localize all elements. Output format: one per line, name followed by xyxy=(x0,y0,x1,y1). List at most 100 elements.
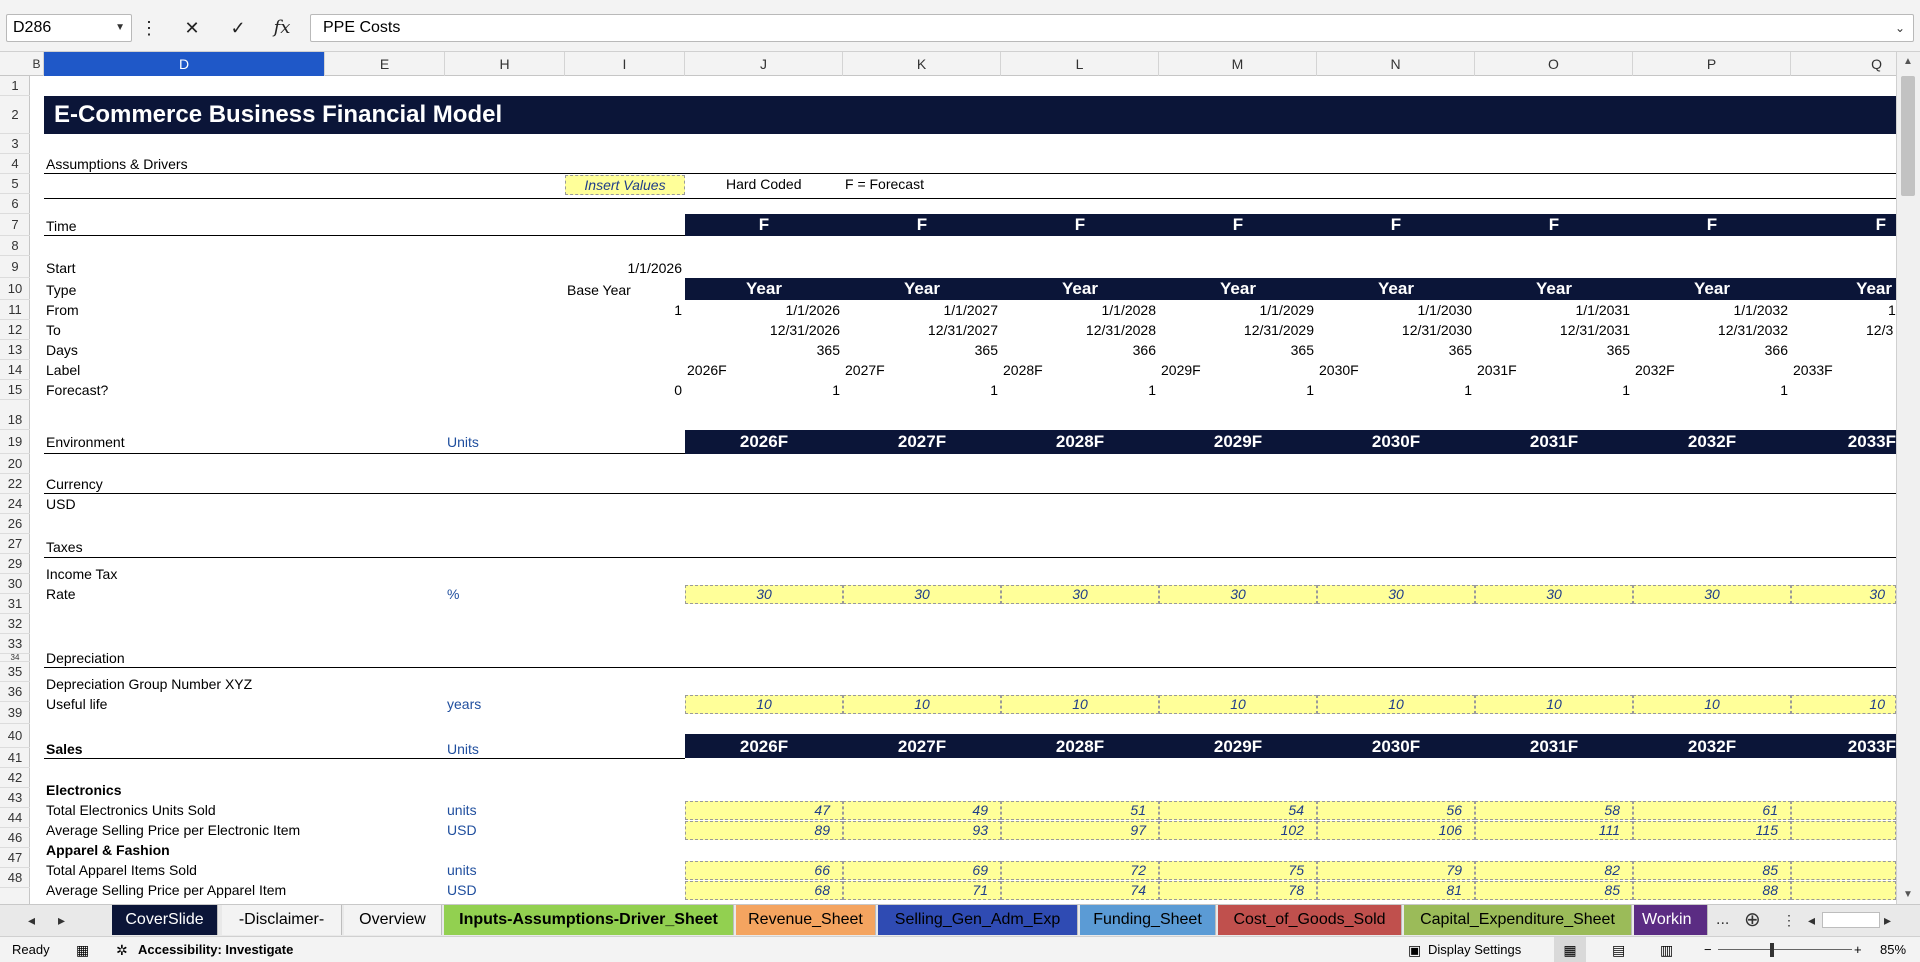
accessibility-icon[interactable]: ✲ xyxy=(116,937,128,962)
tab-scroll-right-icon[interactable]: ▸ xyxy=(58,905,65,935)
page-layout-icon[interactable]: ▤ xyxy=(1612,937,1625,962)
row-header[interactable]: 29 xyxy=(0,554,30,574)
column-header-l[interactable]: L xyxy=(1001,52,1159,76)
column-header-h[interactable]: H xyxy=(445,52,565,76)
app-price-input[interactable] xyxy=(1791,881,1896,900)
elec-units-input[interactable] xyxy=(1791,801,1896,820)
elec-units-input[interactable]: 61 xyxy=(1633,801,1791,820)
app-price-input[interactable]: 81 xyxy=(1317,881,1475,900)
row-header[interactable]: 32 xyxy=(0,614,30,634)
row-header[interactable]: 12 xyxy=(0,320,30,340)
elec-price-input[interactable]: 89 xyxy=(685,821,843,840)
name-box[interactable]: D286 ▼ xyxy=(6,14,132,42)
tab-capex[interactable]: Capital_Expenditure_Sheet xyxy=(1404,905,1632,935)
row-header[interactable]: 36 xyxy=(0,682,30,702)
accessibility-status[interactable]: Accessibility: Investigate xyxy=(138,937,293,962)
page-break-icon[interactable]: ▥ xyxy=(1660,937,1673,962)
column-header-b[interactable]: B xyxy=(30,52,44,76)
sheet-options-icon[interactable]: ⋮ xyxy=(1782,905,1796,935)
column-header-m[interactable]: M xyxy=(1159,52,1317,76)
display-settings[interactable]: Display Settings xyxy=(1428,937,1521,962)
elec-units-input[interactable]: 56 xyxy=(1317,801,1475,820)
column-header-i[interactable]: I xyxy=(565,52,685,76)
zoom-out-icon[interactable]: − xyxy=(1704,937,1712,962)
row-header[interactable]: 39 xyxy=(0,702,30,724)
tax-rate-input[interactable]: 30 xyxy=(1633,585,1791,604)
row-header[interactable]: 2 xyxy=(0,96,30,134)
elec-price-input[interactable]: 102 xyxy=(1159,821,1317,840)
column-header-k[interactable]: K xyxy=(843,52,1001,76)
row-header[interactable]: 15 xyxy=(0,380,30,400)
row-header[interactable]: 48 xyxy=(0,868,30,888)
enter-icon[interactable]: ✓ xyxy=(220,14,256,42)
row-header[interactable]: 41 xyxy=(0,748,30,768)
add-sheet-icon[interactable]: ⊕ xyxy=(1744,905,1761,935)
app-units-input[interactable]: 79 xyxy=(1317,861,1475,880)
scroll-up-icon[interactable]: ▲ xyxy=(1903,56,1913,67)
row-header[interactable]: 43 xyxy=(0,788,30,808)
app-price-input[interactable]: 68 xyxy=(685,881,843,900)
elec-price-input[interactable]: 115 xyxy=(1633,821,1791,840)
row-header[interactable]: 35 xyxy=(0,662,30,682)
tax-rate-input[interactable]: 30 xyxy=(843,585,1001,604)
scrollbar-thumb[interactable] xyxy=(1901,76,1915,196)
horizontal-scrollbar[interactable] xyxy=(1822,912,1880,928)
row-header[interactable]: 19 xyxy=(0,430,30,454)
cancel-icon[interactable]: ✕ xyxy=(174,14,210,42)
column-header-e[interactable]: E xyxy=(325,52,445,76)
row-header[interactable]: 42 xyxy=(0,768,30,788)
elec-units-input[interactable]: 51 xyxy=(1001,801,1159,820)
row-header[interactable]: 34 xyxy=(0,654,30,662)
app-units-input[interactable] xyxy=(1791,861,1896,880)
elec-units-input[interactable]: 54 xyxy=(1159,801,1317,820)
scroll-down-icon[interactable]: ▼ xyxy=(1903,889,1913,900)
tab-selling-gen-adm[interactable]: Selling_Gen_Adm_Exp xyxy=(878,905,1078,935)
elec-price-input[interactable]: 97 xyxy=(1001,821,1159,840)
zoom-slider[interactable] xyxy=(1718,949,1852,950)
useful-life-input[interactable]: 10 xyxy=(843,695,1001,714)
elec-price-input[interactable]: 106 xyxy=(1317,821,1475,840)
hscroll-right-icon[interactable]: ▸ xyxy=(1884,905,1891,935)
row-header[interactable]: 3 xyxy=(0,134,30,154)
column-header-j[interactable]: J xyxy=(685,52,843,76)
chevron-down-icon[interactable]: ▼ xyxy=(115,15,125,41)
column-header-o[interactable]: O xyxy=(1475,52,1633,76)
tax-rate-input[interactable]: 30 xyxy=(685,585,843,604)
row-header[interactable]: 46 xyxy=(0,828,30,848)
row-header[interactable]: 24 xyxy=(0,494,30,514)
column-header-d[interactable]: D xyxy=(44,52,325,76)
useful-life-input[interactable]: 10 xyxy=(1001,695,1159,714)
row-header[interactable]: 26 xyxy=(0,514,30,534)
tab-working-capital[interactable]: Workin xyxy=(1634,905,1708,935)
app-units-input[interactable]: 72 xyxy=(1001,861,1159,880)
elec-price-input[interactable]: 93 xyxy=(843,821,1001,840)
tab-revenue[interactable]: Revenue_Sheet xyxy=(736,905,876,935)
more-tabs[interactable]: ... xyxy=(1716,905,1729,935)
display-settings-icon[interactable]: ▣ xyxy=(1408,937,1421,962)
row-header[interactable]: 27 xyxy=(0,534,30,554)
tab-scroll-left-icon[interactable]: ◂ xyxy=(28,905,35,935)
app-price-input[interactable]: 78 xyxy=(1159,881,1317,900)
row-header[interactable]: 40 xyxy=(0,724,30,748)
app-units-input[interactable]: 66 xyxy=(685,861,843,880)
row-header[interactable]: 10 xyxy=(0,278,30,300)
app-units-input[interactable]: 69 xyxy=(843,861,1001,880)
useful-life-input[interactable]: 10 xyxy=(1633,695,1791,714)
useful-life-input[interactable]: 10 xyxy=(685,695,843,714)
app-units-input[interactable]: 82 xyxy=(1475,861,1633,880)
vertical-scrollbar[interactable]: ▲ ▼ xyxy=(1896,52,1920,904)
function-icon[interactable]: fx xyxy=(262,14,302,42)
app-units-input[interactable]: 85 xyxy=(1633,861,1791,880)
row-header[interactable]: 31 xyxy=(0,594,30,614)
row-header[interactable]: 14 xyxy=(0,360,30,380)
app-price-input[interactable]: 88 xyxy=(1633,881,1791,900)
app-price-input[interactable]: 71 xyxy=(843,881,1001,900)
row-header[interactable]: 4 xyxy=(0,154,30,174)
app-price-input[interactable]: 85 xyxy=(1475,881,1633,900)
row-header[interactable]: 11 xyxy=(0,300,30,320)
elec-units-input[interactable]: 58 xyxy=(1475,801,1633,820)
column-header-p[interactable]: P xyxy=(1633,52,1791,76)
zoom-in-icon[interactable]: + xyxy=(1854,937,1862,962)
column-header-n[interactable]: N xyxy=(1317,52,1475,76)
column-header-q[interactable]: Q xyxy=(1791,52,1896,76)
